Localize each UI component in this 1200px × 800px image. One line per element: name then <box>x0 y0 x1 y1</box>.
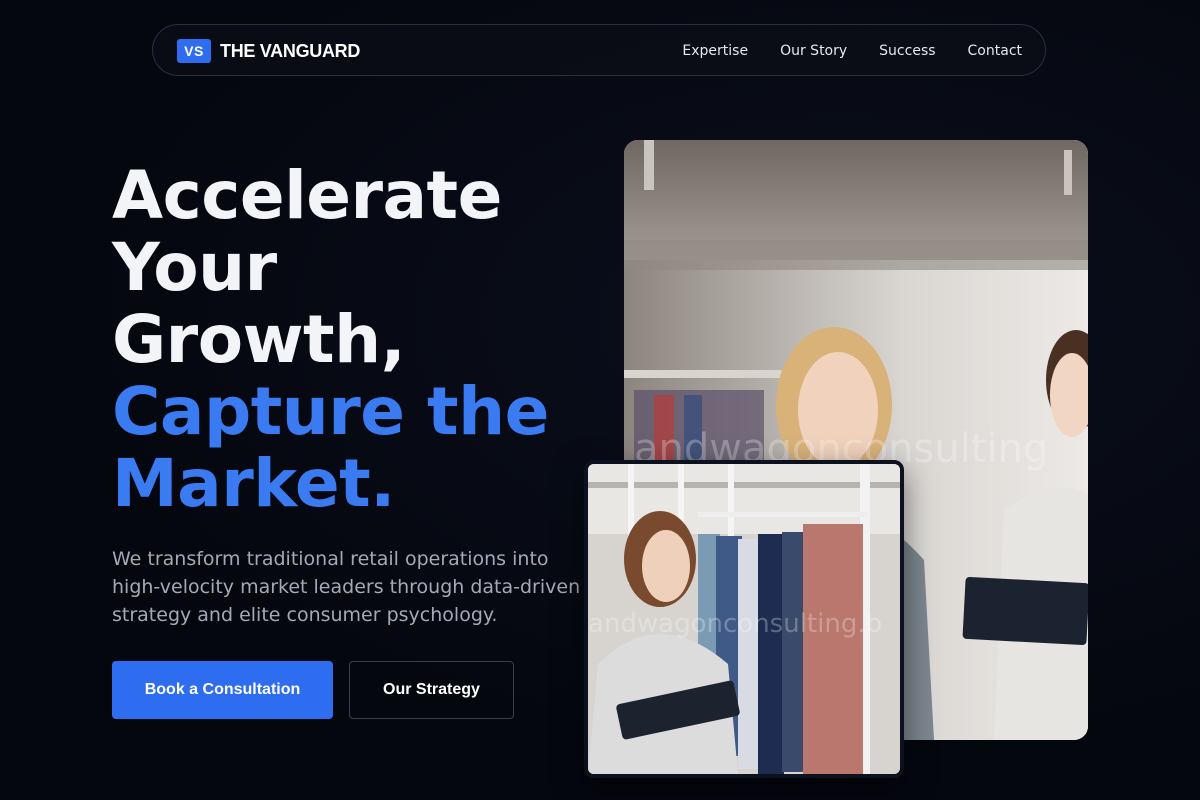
headline-line-2: Your <box>112 229 277 306</box>
nav-link-contact[interactable]: Contact <box>968 43 1022 59</box>
our-strategy-button[interactable]: Our Strategy <box>349 661 514 719</box>
headline-line-4: Capture the <box>112 373 549 450</box>
landing-page: VS THE VANGUARD Expertise Our Story Succ… <box>0 0 1200 800</box>
small-photo-watermark: andwagonconsulting.b <box>588 609 882 639</box>
hero-subtext: We transform traditional retail operatio… <box>112 548 581 626</box>
nav-link-success[interactable]: Success <box>879 43 935 59</box>
logo-badge: VS <box>177 39 211 63</box>
headline-line-3: Growth, <box>112 301 406 378</box>
hero-headline: Accelerate Your Growth, Capture the Mark… <box>112 160 592 520</box>
nav-links: Expertise Our Story Success Contact <box>682 25 1022 77</box>
brand-logo[interactable]: VS THE VANGUARD <box>177 39 360 63</box>
nav-link-our-story[interactable]: Our Story <box>780 43 847 59</box>
clothing-rack-illustration: andwagonconsulting.b <box>588 464 900 774</box>
hero-photo-clothing-rack: andwagonconsulting.b <box>584 460 904 778</box>
headline-line-1: Accelerate <box>112 157 502 234</box>
top-navigation: VS THE VANGUARD Expertise Our Story Succ… <box>152 24 1046 76</box>
book-consultation-button[interactable]: Book a Consultation <box>112 661 333 719</box>
nav-link-expertise[interactable]: Expertise <box>682 43 748 59</box>
headline-line-5: Market. <box>112 445 395 522</box>
brand-name: THE VANGUARD <box>220 40 361 61</box>
